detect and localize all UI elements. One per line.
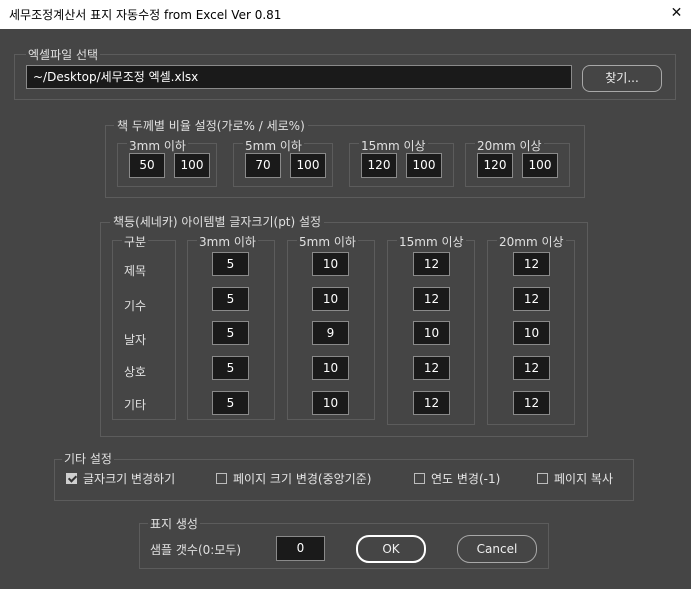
font-15mm-issue-input[interactable]: 12 bbox=[413, 287, 450, 311]
ratio-3mm-label: 3mm 이하 bbox=[127, 137, 188, 154]
font-5mm-date-input[interactable]: 9 bbox=[312, 321, 349, 345]
cancel-button[interactable]: Cancel bbox=[457, 535, 537, 563]
ratio-15mm-height-input[interactable]: 100 bbox=[406, 153, 442, 178]
row-label-title: 제목 bbox=[124, 264, 147, 278]
ratio-5mm-label: 5mm 이하 bbox=[243, 137, 304, 154]
copy-page-checkbox[interactable]: 페이지 복사 bbox=[537, 470, 613, 487]
row-header-label: 구분 bbox=[122, 233, 149, 250]
title-bar: 세무조정계산서 표지 자동수정 from Excel Ver 0.81 ✕ bbox=[0, 0, 691, 29]
font-5mm-etc-input[interactable]: 10 bbox=[312, 391, 349, 415]
change-font-size-checkbox[interactable]: 글자크기 변경하기 bbox=[66, 470, 175, 487]
ratio-5mm-width-input[interactable]: 70 bbox=[245, 153, 281, 178]
dialog-client: 엑셀파일 선택 ~/Desktop/세무조정 엑셀.xlsx 찾기... 책 두… bbox=[0, 29, 691, 589]
font-20mm-date-input[interactable]: 10 bbox=[513, 321, 550, 345]
col-15mm-label: 15mm 이상 bbox=[397, 233, 466, 250]
font-5mm-title-input[interactable]: 10 bbox=[312, 252, 349, 276]
font-3mm-company-input[interactable]: 5 bbox=[212, 356, 249, 380]
font-20mm-issue-input[interactable]: 12 bbox=[513, 287, 550, 311]
sample-count-label: 샘플 갯수(0:모두) bbox=[150, 543, 242, 557]
font-5mm-issue-input[interactable]: 10 bbox=[312, 287, 349, 311]
row-label-issue: 기수 bbox=[124, 299, 147, 313]
ratio-3mm-height-input[interactable]: 100 bbox=[174, 153, 210, 178]
change-year-label: 연도 변경(-1) bbox=[431, 472, 501, 486]
window-title: 세무조정계산서 표지 자동수정 from Excel Ver 0.81 bbox=[9, 8, 282, 22]
ratio-15mm-width-input[interactable]: 120 bbox=[361, 153, 397, 178]
etc-label: 기타 설정 bbox=[62, 450, 114, 467]
change-page-size-label: 페이지 크기 변경(중앙기준) bbox=[233, 472, 372, 486]
excel-path-field[interactable]: ~/Desktop/세무조정 엑셀.xlsx bbox=[26, 65, 572, 89]
font-3mm-date-input[interactable]: 5 bbox=[212, 321, 249, 345]
font-size-label: 책등(세네카) 아이템별 글자크기(pt) 설정 bbox=[110, 213, 325, 230]
ratio-5mm-height-input[interactable]: 100 bbox=[290, 153, 326, 178]
checkbox-checked-icon bbox=[66, 473, 77, 484]
ratio-20mm-height-input[interactable]: 100 bbox=[522, 153, 558, 178]
change-font-size-label: 글자크기 변경하기 bbox=[83, 472, 176, 486]
change-page-size-checkbox[interactable]: 페이지 크기 변경(중앙기준) bbox=[216, 470, 371, 487]
font-3mm-issue-input[interactable]: 5 bbox=[212, 287, 249, 311]
ratio-20mm-width-input[interactable]: 120 bbox=[477, 153, 513, 178]
generate-label: 표지 생성 bbox=[148, 515, 200, 532]
excel-file-label: 엑셀파일 선택 bbox=[26, 46, 101, 63]
font-20mm-etc-input[interactable]: 12 bbox=[513, 391, 550, 415]
font-15mm-date-input[interactable]: 10 bbox=[413, 321, 450, 345]
close-icon[interactable]: ✕ bbox=[662, 0, 691, 29]
row-label-company: 상호 bbox=[124, 365, 147, 379]
col-20mm-label: 20mm 이상 bbox=[497, 233, 566, 250]
row-label-etc: 기타 bbox=[124, 398, 147, 412]
font-15mm-title-input[interactable]: 12 bbox=[413, 252, 450, 276]
checkbox-unchecked-icon bbox=[414, 473, 425, 484]
font-20mm-title-input[interactable]: 12 bbox=[513, 252, 550, 276]
change-year-checkbox[interactable]: 연도 변경(-1) bbox=[414, 470, 500, 487]
copy-page-label: 페이지 복사 bbox=[554, 472, 614, 486]
checkbox-unchecked-icon bbox=[537, 473, 548, 484]
col-3mm-label: 3mm 이하 bbox=[197, 233, 258, 250]
font-20mm-company-input[interactable]: 12 bbox=[513, 356, 550, 380]
row-label-date: 날자 bbox=[124, 333, 147, 347]
ratio-15mm-label: 15mm 이상 bbox=[359, 137, 428, 154]
font-15mm-company-input[interactable]: 12 bbox=[413, 356, 450, 380]
ok-button[interactable]: OK bbox=[356, 535, 426, 563]
font-3mm-etc-input[interactable]: 5 bbox=[212, 391, 249, 415]
sample-count-input[interactable]: 0 bbox=[276, 536, 325, 561]
ratio-20mm-label: 20mm 이상 bbox=[475, 137, 544, 154]
browse-button[interactable]: 찾기... bbox=[582, 65, 662, 92]
font-3mm-title-input[interactable]: 5 bbox=[212, 252, 249, 276]
col-5mm-label: 5mm 이하 bbox=[297, 233, 358, 250]
font-5mm-company-input[interactable]: 10 bbox=[312, 356, 349, 380]
ratio-label: 책 두께별 비율 설정(가로% / 세로%) bbox=[114, 117, 308, 134]
ratio-3mm-width-input[interactable]: 50 bbox=[129, 153, 165, 178]
font-15mm-etc-input[interactable]: 12 bbox=[413, 391, 450, 415]
checkbox-unchecked-icon bbox=[216, 473, 227, 484]
dialog-window: 세무조정계산서 표지 자동수정 from Excel Ver 0.81 ✕ 엑셀… bbox=[0, 0, 691, 589]
